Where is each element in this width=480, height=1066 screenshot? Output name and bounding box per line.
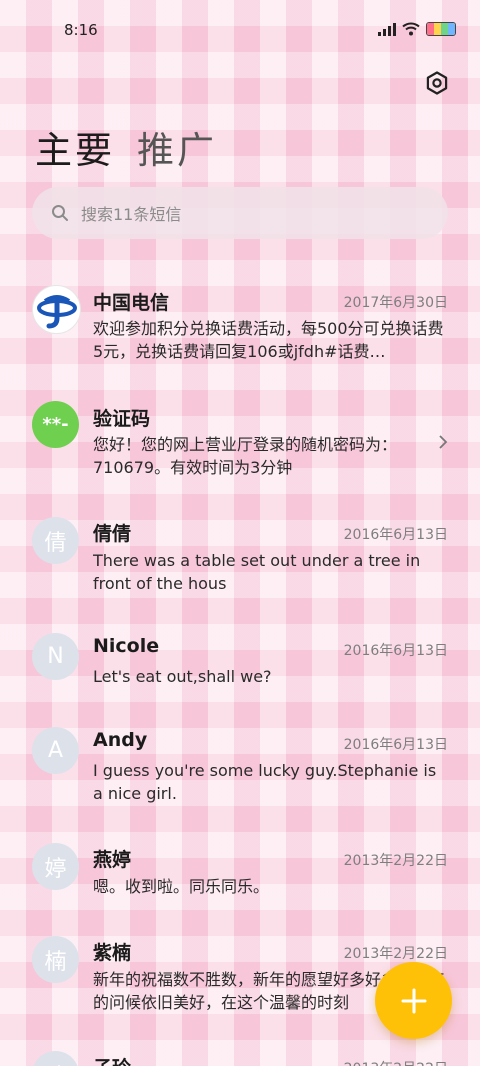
- message-preview: I guess you're some lucky guy.Stephanie …: [93, 761, 437, 803]
- battery-icon: [426, 22, 456, 36]
- plus-icon: [401, 988, 426, 1013]
- avatar: 婷: [32, 843, 79, 890]
- signal-icon: [378, 22, 396, 36]
- message-date: 2017年6月30日: [343, 295, 448, 311]
- contact-name: 倩倩: [93, 523, 132, 545]
- avatar: A: [32, 727, 79, 774]
- avatar-text: N: [47, 644, 64, 669]
- message-preview: Let's eat out,shall we?: [93, 667, 272, 686]
- message-date: 2013年2月22日: [343, 853, 448, 869]
- avatar-text: A: [47, 738, 64, 763]
- message-date: 2016年6月13日: [343, 643, 448, 659]
- conversation-item[interactable]: 玲 子玲 2013年2月22日: [0, 1050, 480, 1066]
- avatar-text: 楠: [44, 949, 67, 975]
- message-date: 2016年6月13日: [343, 737, 448, 753]
- avatar-text: 玲: [44, 1059, 66, 1066]
- status-time: 8:16: [64, 21, 98, 39]
- search-bar[interactable]: 搜索11条短信: [32, 187, 448, 239]
- wifi-icon: [402, 22, 420, 36]
- message-preview: There was a table set out under a tree i…: [93, 551, 421, 593]
- contact-name: 中国电信: [93, 292, 170, 314]
- chevron-right-icon[interactable]: [438, 434, 448, 450]
- avatar: [32, 285, 81, 334]
- contact-name: Nicole: [93, 635, 160, 657]
- search-icon: [52, 205, 68, 221]
- status-bar: 8:16: [0, 0, 480, 62]
- avatar-text: 婷: [44, 856, 67, 882]
- tab-main[interactable]: 主要: [35, 120, 115, 174]
- message-preview: 欢迎参加积分兑换话费活动，每500分可兑换话费5元，兑换话费请回复106或jfd…: [93, 319, 444, 361]
- contact-name: 子玲: [93, 1053, 131, 1066]
- avatar: N: [32, 633, 79, 680]
- settings-button[interactable]: [422, 68, 452, 98]
- conversation-item[interactable]: A Andy 2016年6月13日 I guess you're some lu…: [0, 726, 480, 816]
- conversation-item[interactable]: N Nicole 2016年6月13日 Let's eat out,shall …: [0, 632, 480, 702]
- avatar: 楠: [32, 936, 79, 983]
- tab-promotions[interactable]: 推广: [137, 120, 217, 174]
- china-telecom-logo-icon: [36, 294, 77, 328]
- conversation-item[interactable]: 婷 燕婷 2013年2月22日 嗯。收到啦。同乐同乐。: [0, 842, 480, 912]
- new-message-button[interactable]: [375, 962, 452, 1039]
- avatar: **-: [32, 401, 79, 448]
- avatar: 倩: [32, 517, 79, 564]
- message-preview: 嗯。收到啦。同乐同乐。: [93, 877, 270, 896]
- contact-name: 紫楠: [93, 942, 132, 964]
- conversation-item[interactable]: 中国电信 2017年6月30日 欢迎参加积分兑换话费活动，每500分可兑换话费5…: [0, 282, 480, 382]
- avatar-text: 倩: [44, 530, 67, 556]
- conversation-item[interactable]: **- 验证码 您好！您的网上营业厅登录的随机密码为：710679。有效时间为3…: [0, 400, 480, 490]
- message-preview: 您好！您的网上营业厅登录的随机密码为：710679。有效时间为3分钟: [93, 435, 398, 477]
- contact-name: 燕婷: [93, 849, 132, 871]
- message-date: 2013年2月22日: [344, 1058, 448, 1066]
- contact-name: 验证码: [93, 408, 151, 430]
- gear-icon: [426, 71, 448, 95]
- status-icons: [378, 22, 456, 36]
- message-date: 2016年6月13日: [343, 527, 448, 543]
- avatar-text: **-: [42, 414, 69, 435]
- message-date: 2013年2月22日: [343, 946, 448, 962]
- search-placeholder: 搜索11条短信: [81, 205, 182, 224]
- conversation-item[interactable]: 倩 倩倩 2016年6月13日 There was a table set ou…: [0, 516, 480, 606]
- avatar: 玲: [32, 1051, 79, 1066]
- contact-name: Andy: [93, 729, 148, 751]
- tabs: 主要 推广: [35, 120, 217, 174]
